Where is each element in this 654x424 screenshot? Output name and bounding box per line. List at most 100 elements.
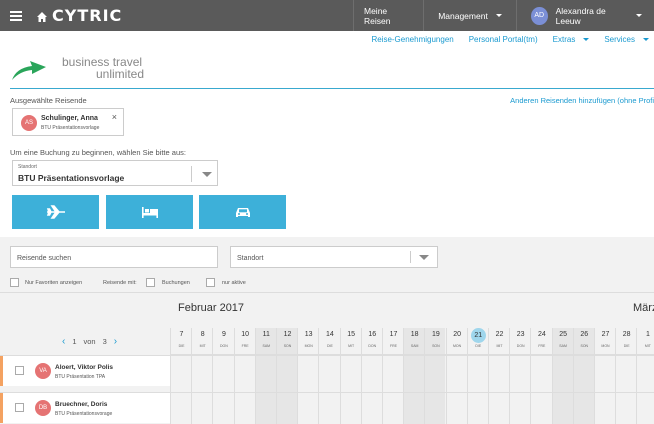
- day-number: 23: [516, 331, 525, 338]
- nav-label: Meine Reisen: [364, 5, 391, 26]
- home-icon[interactable]: [36, 10, 48, 22]
- traveler-cell: DB Bruechner, Doris BTU Präsentationsvor…: [3, 393, 170, 423]
- traveler-name: Aloert, Viktor Polis: [55, 364, 114, 371]
- subnav-services[interactable]: Services: [604, 35, 649, 44]
- table-row[interactable]: DB Bruechner, Doris BTU Präsentationsvor…: [0, 392, 654, 423]
- day-abbr: SON: [283, 344, 292, 348]
- divider: [0, 292, 654, 293]
- day-number: 1: [645, 331, 650, 338]
- day-number: 28: [622, 331, 631, 338]
- standort-select[interactable]: Standort BTU Präsentationsvorlage: [12, 160, 218, 186]
- day-abbr: SAM: [410, 344, 419, 348]
- subnav-reise-genehmigungen[interactable]: Reise-Genehmigungen: [371, 35, 453, 44]
- user-menu[interactable]: AD Alexandra de Leeuw: [515, 0, 654, 31]
- traveler-org: BTU Präsentation TPA: [55, 374, 106, 380]
- traveler-cell: VA Aloert, Viktor Polis BTU Präsentation…: [3, 356, 170, 386]
- day-number: 18: [410, 331, 419, 338]
- day-abbr: MON: [601, 344, 610, 348]
- car-icon: [235, 208, 250, 217]
- day-number: 19: [431, 331, 440, 338]
- day-number: 9: [221, 331, 226, 338]
- day-number: 20: [453, 331, 461, 338]
- bookings-checkbox[interactable]: [146, 278, 155, 287]
- airplane-icon: [46, 205, 65, 219]
- day-abbr: FRE: [241, 344, 249, 348]
- traveler-org: BTU Präsentationsvorage: [55, 411, 113, 417]
- day-number: 11: [262, 331, 270, 338]
- chevron-right-icon[interactable]: ›: [114, 336, 117, 347]
- avatar: AD: [530, 6, 548, 25]
- chevron-down-icon: [495, 14, 502, 17]
- day-number: 17: [389, 331, 398, 338]
- day-number: 26: [580, 331, 589, 338]
- selected-traveler-chip: AS Schulinger, Anna BTU Präsentationsvor…: [12, 108, 124, 136]
- subnav-personal-portal[interactable]: Personal Portal(tm): [469, 35, 538, 44]
- page-of: von: [83, 337, 96, 346]
- flight-button[interactable]: [12, 195, 99, 229]
- traveler-name: Bruechner, Doris: [55, 401, 108, 408]
- subnav-label: Services: [604, 35, 635, 44]
- table-row[interactable]: VA Aloert, Viktor Polis BTU Präsentation…: [0, 355, 654, 386]
- day-abbr: MIT: [348, 344, 355, 348]
- user-name: Alexandra de Leeuw: [555, 5, 606, 26]
- search-placeholder: Reisende suchen: [17, 255, 72, 262]
- avatar: AS: [21, 115, 37, 131]
- day-number: 10: [241, 331, 249, 338]
- day-abbr: DON: [516, 344, 525, 348]
- day-abbr: SON: [580, 344, 589, 348]
- day-abbr: MIT: [496, 344, 503, 348]
- day-number: 15: [347, 331, 355, 338]
- day-abbr: MON: [304, 344, 313, 348]
- avatar: DB: [35, 400, 51, 416]
- day-number: 14: [325, 331, 334, 338]
- nav-management[interactable]: Management: [423, 0, 516, 31]
- day-number: 16: [368, 331, 377, 338]
- select-divider: [410, 251, 411, 263]
- day-abbr: DIE: [475, 344, 482, 348]
- day-abbr: SAM: [262, 344, 271, 348]
- day-abbr: SAM: [559, 344, 567, 348]
- close-icon[interactable]: ×: [112, 112, 117, 122]
- next-month-label: März: [633, 302, 654, 314]
- subnav-extras[interactable]: Extras: [553, 35, 590, 44]
- chevron-down-icon: [583, 38, 590, 41]
- brand-line2: unlimited: [96, 67, 145, 81]
- nav-meine-reisen[interactable]: Meine Reisen: [353, 0, 423, 31]
- bed-icon: [141, 207, 158, 218]
- chevron-down-icon: [419, 255, 429, 260]
- subnav-label: Personal Portal(tm): [468, 35, 538, 44]
- chevron-down-icon: [202, 172, 212, 177]
- hotel-button[interactable]: [106, 195, 193, 229]
- day-abbr: SON: [432, 344, 440, 348]
- row-checkbox[interactable]: [15, 366, 24, 375]
- chevron-left-icon[interactable]: ‹: [62, 336, 65, 347]
- day-abbr: DON: [220, 344, 228, 348]
- booking-instruction: Um eine Buchung zu beginnen, wählen Sie …: [10, 148, 186, 157]
- only-favorites-label: Nur Favoriten anzeigen: [25, 280, 83, 286]
- swoosh-icon: [12, 61, 46, 80]
- day-abbr: MIT: [644, 344, 651, 348]
- only-active-checkbox[interactable]: [206, 278, 215, 287]
- page-current: 1: [72, 337, 77, 346]
- car-button[interactable]: [199, 195, 286, 229]
- day-number: 8: [200, 331, 205, 338]
- add-traveler-link[interactable]: Anderen Reisenden hinzufügen (ohne Profi: [510, 96, 654, 105]
- day-abbr: FRE: [390, 344, 397, 348]
- chevron-down-icon: [636, 14, 642, 17]
- chevron-down-icon: [643, 38, 649, 41]
- traveler-search-input[interactable]: Reisende suchen: [10, 246, 218, 268]
- day-number: 24: [537, 331, 546, 338]
- avatar: VA: [35, 363, 51, 379]
- today-day-number: 21: [470, 328, 486, 343]
- day-abbr: FRE: [538, 344, 546, 348]
- page-total: 3: [102, 337, 107, 346]
- day-number: 27: [601, 331, 610, 338]
- location-filter-select[interactable]: Standort: [230, 246, 438, 268]
- only-favorites-checkbox[interactable]: [10, 278, 19, 287]
- menu-icon[interactable]: [10, 10, 30, 21]
- day-abbr: MIT: [199, 344, 206, 348]
- row-checkbox[interactable]: [15, 403, 24, 412]
- day-abbr: DIE: [326, 344, 333, 348]
- app-logo[interactable]: CYTRIC: [52, 6, 122, 25]
- day-number: 25: [559, 331, 567, 338]
